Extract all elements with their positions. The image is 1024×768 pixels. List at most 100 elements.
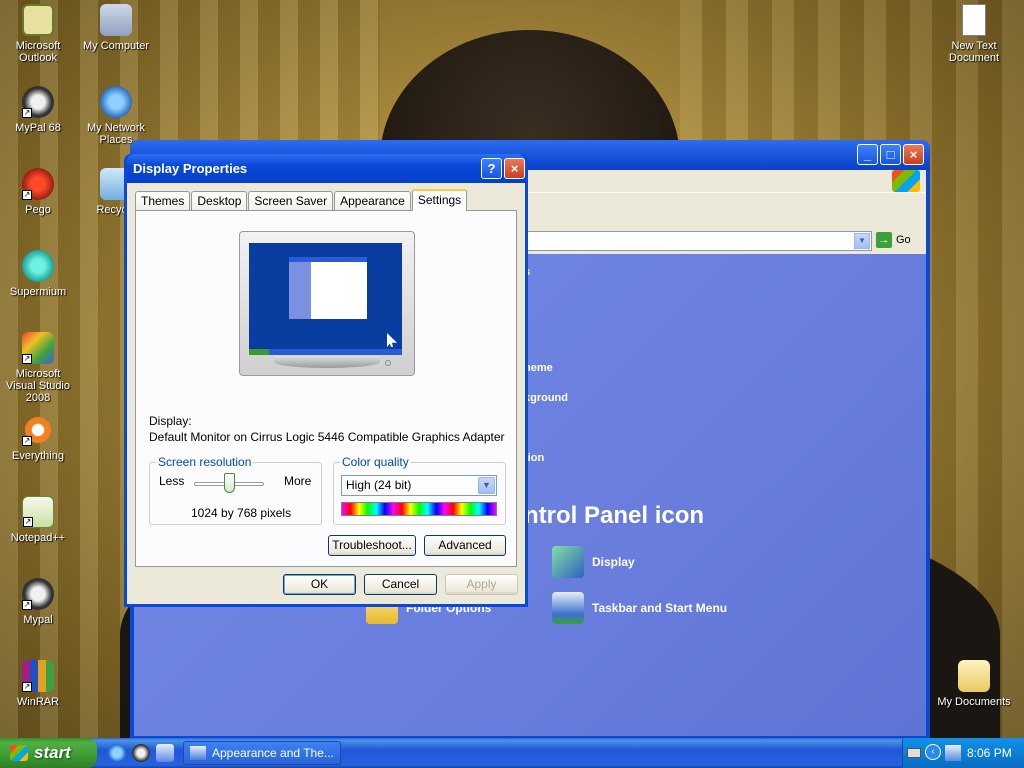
everything-search-icon: ↗: [22, 414, 54, 446]
desktop-icon-pego[interactable]: ↗ Pego: [0, 168, 76, 216]
cp-link-background[interactable]: kground: [524, 392, 568, 404]
start-button[interactable]: start: [0, 738, 97, 768]
desktop-icon-everything[interactable]: ↗ Everything: [0, 414, 76, 462]
dialog-body: Themes Desktop Screen Saver Appearance S…: [127, 183, 525, 604]
taskbar-start-menu-icon: [552, 592, 584, 624]
screen-resolution-legend: Screen resolution: [158, 455, 252, 469]
resolution-more-label: More: [284, 474, 312, 488]
color-spectrum-bar: [341, 502, 497, 516]
color-quality-select[interactable]: High (24 bit) ▼: [341, 475, 497, 496]
visual-studio-icon: ↗: [22, 332, 54, 364]
desktop-icon-label: Everything: [12, 450, 64, 462]
dialog-close-button[interactable]: ×: [504, 158, 525, 179]
mypal-raccoon-icon[interactable]: [132, 744, 150, 762]
monitor-preview: [239, 231, 415, 376]
tab-appearance[interactable]: Appearance: [334, 191, 411, 211]
taskbar-button-label: Appearance and The...: [212, 746, 334, 760]
desktop-icon-my-documents[interactable]: My Documents: [936, 660, 1012, 708]
desktop-icon-winrar[interactable]: ↗ WinRAR: [0, 660, 76, 708]
windows-logo-icon: [892, 170, 920, 192]
chevron-down-icon[interactable]: ▼: [854, 233, 870, 249]
cp-item-label: Taskbar and Start Menu: [592, 601, 728, 615]
resolution-value: 1024 by 768 pixels: [191, 506, 292, 520]
resolution-slider-thumb[interactable]: [224, 473, 235, 493]
go-label: Go: [896, 234, 911, 246]
desktop-icon-visual-studio[interactable]: ↗ Microsoft Visual Studio 2008: [0, 332, 76, 404]
show-desktop-icon[interactable]: [156, 744, 174, 762]
internet-explorer-icon[interactable]: [108, 744, 126, 762]
start-label: start: [34, 743, 71, 762]
cp-item-label: Display: [592, 555, 635, 569]
desktop-icon-label: Supermium: [9, 286, 67, 298]
cp-link-theme[interactable]: heme: [524, 362, 553, 374]
supermium-icon: [22, 250, 54, 282]
color-quality-legend: Color quality: [342, 455, 409, 469]
display-adapter-value: Default Monitor on Cirrus Logic 5446 Com…: [149, 430, 505, 444]
chevron-down-icon[interactable]: ▼: [478, 477, 495, 494]
winrar-icon: ↗: [22, 660, 54, 692]
apply-button[interactable]: Apply: [445, 574, 518, 595]
go-button[interactable]: → Go: [876, 232, 911, 248]
desktop-icon-label: Notepad++: [10, 532, 66, 544]
power-button-icon: [385, 360, 391, 366]
display-icon: [552, 546, 584, 578]
cancel-button[interactable]: Cancel: [364, 574, 437, 595]
desktop-icon-label: Pego: [25, 204, 51, 216]
desktop-icon-outlook[interactable]: Microsoft Outlook: [0, 4, 76, 64]
close-button[interactable]: ×: [903, 144, 924, 165]
taskbar-button-appearance[interactable]: Appearance and The...: [183, 741, 341, 765]
go-arrow-icon: →: [876, 232, 892, 248]
desktop-icon-mypal[interactable]: ↗ Mypal: [0, 578, 76, 626]
troubleshoot-button[interactable]: Troubleshoot...: [328, 535, 416, 556]
cp-section-title: ntrol Panel icon: [524, 502, 705, 529]
text-document-icon: [962, 4, 986, 36]
keyboard-icon[interactable]: [907, 748, 921, 758]
display-properties-dialog[interactable]: Display Properties ? × Themes Desktop Sc…: [124, 154, 528, 607]
preview-taskbar: [249, 349, 402, 355]
network-icon[interactable]: [945, 745, 961, 761]
my-documents-icon: [958, 660, 990, 692]
dialog-title: Display Properties: [133, 161, 248, 176]
color-quality-selected: High (24 bit): [346, 478, 412, 492]
desktop-icon-label: My Documents: [937, 696, 1011, 708]
clock[interactable]: 8:06 PM: [967, 738, 1012, 768]
network-places-icon: [100, 86, 132, 118]
my-computer-icon: [100, 4, 132, 36]
windows-flag-icon: [10, 745, 28, 761]
monitor-screen-preview: [249, 243, 402, 355]
taskbar: start Appearance and The... ‹ 8:06 PM: [0, 738, 1024, 768]
monitor-stand: [274, 356, 380, 368]
desktop-icon-mypal68[interactable]: ↗ MyPal 68: [0, 86, 76, 134]
cp-item-taskbar[interactable]: Taskbar and Start Menu: [552, 592, 727, 624]
desktop-icon-label: My Computer: [82, 40, 150, 52]
outlook-icon: [22, 4, 54, 36]
desktop-icon-label: Mypal: [23, 614, 53, 626]
tab-settings[interactable]: Settings: [411, 189, 468, 211]
desktop-icon-label: WinRAR: [16, 696, 60, 708]
desktop-icon-supermium[interactable]: Supermium: [0, 250, 76, 298]
tab-themes[interactable]: Themes: [135, 191, 191, 211]
cp-item-display[interactable]: Display: [552, 546, 635, 578]
notepadpp-icon: ↗: [22, 496, 54, 528]
resolution-less-label: Less: [159, 474, 185, 488]
tab-screen-saver[interactable]: Screen Saver: [248, 191, 334, 211]
settings-panel: Display: Default Monitor on Cirrus Logic…: [135, 210, 517, 567]
tab-strip: Themes Desktop Screen Saver Appearance S…: [135, 189, 468, 211]
chevron-left-icon[interactable]: ‹: [925, 744, 941, 760]
desktop-icon-notepadpp[interactable]: ↗ Notepad++: [0, 496, 76, 544]
tab-desktop[interactable]: Desktop: [191, 191, 248, 211]
maximize-button[interactable]: □: [880, 144, 901, 165]
help-button[interactable]: ?: [481, 158, 502, 179]
system-tray: ‹ 8:06 PM: [902, 738, 1024, 768]
mypal-raccoon-icon: ↗: [22, 86, 54, 118]
advanced-button[interactable]: Advanced: [424, 535, 506, 556]
ok-button[interactable]: OK: [283, 574, 356, 595]
desktop-icon-my-computer[interactable]: My Computer: [78, 4, 154, 52]
minimize-button[interactable]: _: [857, 144, 878, 165]
display-label: Display:: [149, 414, 192, 428]
desktop-icon-label: Microsoft Visual Studio 2008: [5, 368, 70, 404]
desktop-icon-label: Microsoft Outlook: [15, 40, 61, 64]
desktop-icon-new-text-document[interactable]: New Text Document: [936, 4, 1012, 64]
dialog-titlebar[interactable]: Display Properties ? ×: [127, 154, 525, 183]
desktop-icon-network-places[interactable]: My Network Places: [78, 86, 154, 146]
